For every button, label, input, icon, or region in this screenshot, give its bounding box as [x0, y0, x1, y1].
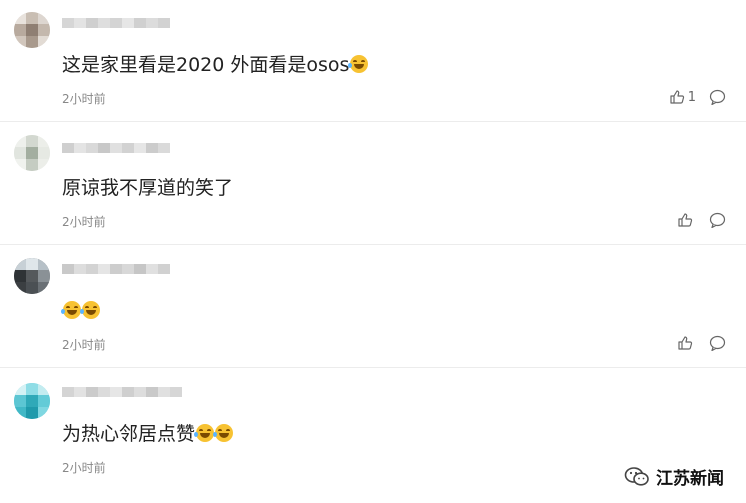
username-blurred [62, 143, 170, 163]
comment-text: 为热心邻居点赞 [62, 421, 234, 447]
avatar[interactable] [14, 258, 50, 294]
comment-item: 2小时前 [0, 246, 746, 368]
thumbs-up-icon [678, 213, 693, 227]
reply-button[interactable] [709, 212, 726, 228]
comment-bubble-icon [709, 335, 726, 351]
like-button[interactable] [677, 212, 696, 228]
comment-text: 原谅我不厚道的笑了 [62, 177, 234, 199]
laughing-emoji-icon [213, 424, 234, 442]
comment-bubble-icon [709, 212, 726, 228]
like-button[interactable]: 1 [669, 89, 696, 105]
comment-time: 2小时前 [62, 338, 106, 352]
reply-button[interactable] [709, 335, 726, 351]
like-count: 1 [687, 89, 696, 105]
avatar[interactable] [14, 383, 50, 419]
comment-item: 这是家里看是2020 外面看是osos 2小时前 1 [0, 0, 746, 122]
thumbs-up-icon [670, 90, 684, 104]
username-blurred [62, 264, 170, 284]
avatar[interactable] [14, 12, 50, 48]
comment-time: 2小时前 [62, 461, 106, 475]
comment-time: 2小时前 [62, 92, 106, 106]
comment-text: 这是家里看是2020 外面看是osos [62, 52, 369, 78]
reply-button[interactable] [709, 89, 726, 105]
laughing-emoji-icon [348, 55, 369, 73]
wechat-icon [624, 466, 649, 486]
comment-text [61, 298, 100, 324]
comment-time: 2小时前 [62, 215, 106, 229]
watermark-label: 江苏新闻 [656, 469, 724, 489]
laughing-emoji-icon [61, 301, 81, 319]
wechat-watermark: 江苏新闻 [624, 464, 724, 489]
like-button[interactable] [677, 335, 696, 351]
thumbs-up-icon [678, 336, 693, 350]
laughing-emoji-icon [80, 301, 100, 319]
laughing-emoji-icon [194, 424, 215, 442]
comment-bubble-icon [709, 89, 726, 105]
comment-item: 原谅我不厚道的笑了 2小时前 [0, 123, 746, 245]
avatar[interactable] [14, 135, 50, 171]
username-blurred [62, 18, 170, 38]
username-blurred [62, 387, 182, 407]
